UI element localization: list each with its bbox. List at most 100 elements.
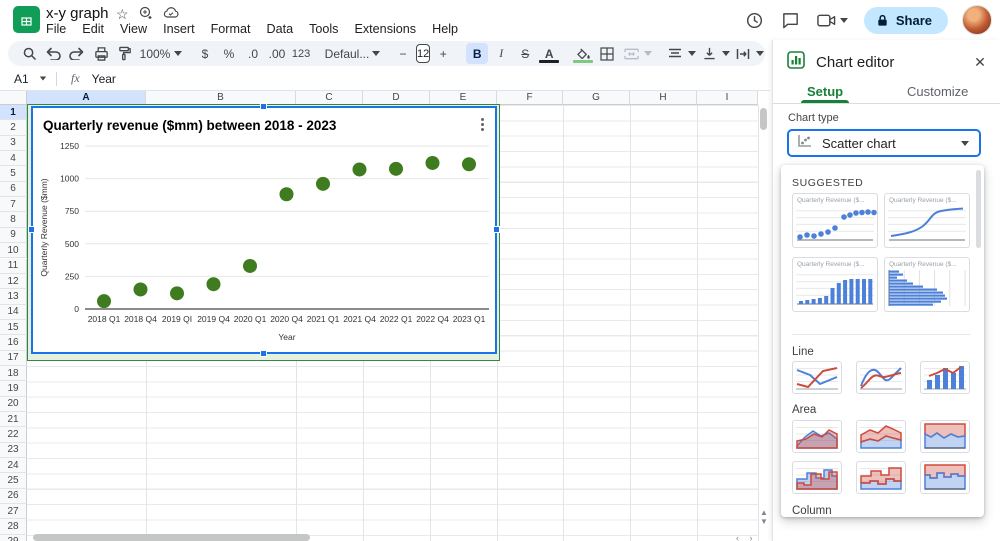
chart-handle-left[interactable] bbox=[28, 226, 35, 233]
row-header-9[interactable]: 9 bbox=[0, 228, 27, 243]
text-wrap-button[interactable] bbox=[732, 43, 754, 64]
column-header-B[interactable]: B bbox=[146, 91, 296, 105]
row-header-16[interactable]: 16 bbox=[0, 335, 27, 350]
menu-help[interactable]: Help bbox=[424, 20, 466, 38]
spreadsheet-grid[interactable]: ABCDEFGHI 123456789101112131415161718192… bbox=[0, 91, 770, 541]
column-header-E[interactable]: E bbox=[430, 91, 497, 105]
fill-color-button[interactable] bbox=[572, 43, 594, 64]
name-box[interactable]: A1 bbox=[0, 72, 54, 86]
row-header-11[interactable]: 11 bbox=[0, 259, 27, 274]
percent-format-button[interactable]: % bbox=[218, 43, 240, 64]
chart-type-caret-icon[interactable] bbox=[961, 141, 969, 146]
chart-handle-right[interactable] bbox=[493, 226, 500, 233]
column-header-C[interactable]: C bbox=[296, 91, 363, 105]
horizontal-scrollbar[interactable] bbox=[33, 534, 310, 541]
column-header-D[interactable]: D bbox=[363, 91, 430, 105]
row-header-14[interactable]: 14 bbox=[0, 305, 27, 320]
chart-type-area3[interactable] bbox=[920, 420, 970, 453]
close-panel-icon[interactable]: ✕ bbox=[970, 54, 990, 71]
share-button[interactable]: Share bbox=[864, 7, 948, 34]
font-size-input[interactable]: 12 bbox=[416, 44, 430, 63]
chart-type-area6[interactable] bbox=[920, 461, 970, 494]
decrease-decimal-button[interactable]: .0 bbox=[242, 43, 264, 64]
chart-handle-top[interactable] bbox=[260, 103, 267, 110]
chart-handle-bottom[interactable] bbox=[260, 350, 267, 357]
row-header-25[interactable]: 25 bbox=[0, 473, 27, 488]
menu-insert[interactable]: Insert bbox=[155, 20, 203, 38]
row-header-5[interactable]: 5 bbox=[0, 166, 27, 181]
horizontal-scroll-arrows-icon[interactable]: ‹ › bbox=[736, 533, 757, 541]
zoom-caret-icon[interactable] bbox=[174, 51, 182, 56]
meet-video-icon[interactable] bbox=[816, 9, 850, 31]
text-color-button[interactable]: A bbox=[538, 43, 560, 64]
namebox-caret-icon[interactable] bbox=[39, 77, 45, 81]
row-header-28[interactable]: 28 bbox=[0, 519, 27, 534]
horizontal-align-caret-icon[interactable] bbox=[688, 51, 696, 56]
undo-icon[interactable] bbox=[42, 43, 64, 64]
suggested-chart-bar[interactable]: Quarterly Revenue ($... bbox=[884, 257, 970, 312]
vertical-scroll-arrows-icon[interactable]: ▲▼ bbox=[759, 508, 769, 526]
chart-type-line2[interactable] bbox=[856, 361, 906, 394]
column-header-H[interactable]: H bbox=[630, 91, 697, 105]
column-header-I[interactable]: I bbox=[697, 91, 758, 105]
comments-icon[interactable] bbox=[780, 9, 802, 31]
row-header-1[interactable]: 1 bbox=[0, 105, 27, 120]
row-header-23[interactable]: 23 bbox=[0, 443, 27, 458]
currency-format-button[interactable]: $ bbox=[194, 43, 216, 64]
horizontal-align-button[interactable] bbox=[664, 43, 686, 64]
paint-format-icon[interactable] bbox=[114, 43, 136, 64]
increase-font-size-button[interactable]: + bbox=[432, 43, 454, 64]
row-header-13[interactable]: 13 bbox=[0, 289, 27, 304]
chart-type-area2[interactable] bbox=[856, 420, 906, 453]
formula-input[interactable]: Year bbox=[92, 72, 116, 86]
row-header-4[interactable]: 4 bbox=[0, 151, 27, 166]
embedded-chart[interactable]: Quarterly revenue ($mm) between 2018 - 2… bbox=[31, 106, 497, 354]
redo-icon[interactable] bbox=[66, 43, 88, 64]
row-header-17[interactable]: 17 bbox=[0, 351, 27, 366]
meet-caret-icon[interactable] bbox=[840, 18, 848, 23]
chart-type-area5[interactable] bbox=[856, 461, 906, 494]
menu-format[interactable]: Format bbox=[203, 20, 259, 38]
row-header-10[interactable]: 10 bbox=[0, 243, 27, 258]
decrease-font-size-button[interactable]: − bbox=[392, 43, 414, 64]
search-icon[interactable] bbox=[18, 43, 40, 64]
menu-data[interactable]: Data bbox=[258, 20, 301, 38]
vertical-align-button[interactable] bbox=[698, 43, 720, 64]
menu-edit[interactable]: Edit bbox=[74, 20, 112, 38]
menu-extensions[interactable]: Extensions bbox=[346, 20, 424, 38]
increase-decimal-button[interactable]: .00 bbox=[266, 43, 288, 64]
column-header-G[interactable]: G bbox=[563, 91, 630, 105]
row-header-6[interactable]: 6 bbox=[0, 182, 27, 197]
tab-customize[interactable]: Customize bbox=[907, 84, 968, 99]
tab-setup[interactable]: Setup bbox=[807, 84, 843, 99]
version-history-icon[interactable] bbox=[744, 9, 766, 31]
menu-tools[interactable]: Tools bbox=[301, 20, 346, 38]
chart-type-line1[interactable] bbox=[792, 361, 842, 394]
suggested-chart-line[interactable]: Quarterly Revenue ($... bbox=[884, 193, 970, 248]
row-header-24[interactable]: 24 bbox=[0, 458, 27, 473]
select-all-corner[interactable] bbox=[0, 91, 27, 105]
account-avatar[interactable] bbox=[962, 5, 992, 35]
row-header-7[interactable]: 7 bbox=[0, 197, 27, 212]
row-header-20[interactable]: 20 bbox=[0, 397, 27, 412]
chart-type-area1[interactable] bbox=[792, 420, 842, 453]
italic-button[interactable]: I bbox=[490, 43, 512, 64]
row-header-3[interactable]: 3 bbox=[0, 136, 27, 151]
chart-options-icon[interactable] bbox=[475, 114, 489, 134]
font-select[interactable]: Defaul... bbox=[324, 43, 370, 64]
row-header-2[interactable]: 2 bbox=[0, 120, 27, 135]
row-header-8[interactable]: 8 bbox=[0, 212, 27, 227]
vertical-scrollbar[interactable] bbox=[760, 108, 767, 130]
more-formats-button[interactable]: 123 bbox=[290, 43, 312, 64]
row-header-12[interactable]: 12 bbox=[0, 274, 27, 289]
strikethrough-button[interactable]: S bbox=[514, 43, 536, 64]
merge-caret-icon[interactable] bbox=[644, 51, 652, 56]
row-header-22[interactable]: 22 bbox=[0, 427, 27, 442]
borders-button[interactable] bbox=[596, 43, 618, 64]
column-header-A[interactable]: A bbox=[27, 91, 146, 105]
text-wrap-caret-icon[interactable] bbox=[756, 51, 764, 56]
row-header-26[interactable]: 26 bbox=[0, 489, 27, 504]
row-header-19[interactable]: 19 bbox=[0, 381, 27, 396]
row-header-29[interactable]: 29 bbox=[0, 535, 27, 541]
bold-button[interactable]: B bbox=[466, 43, 488, 64]
